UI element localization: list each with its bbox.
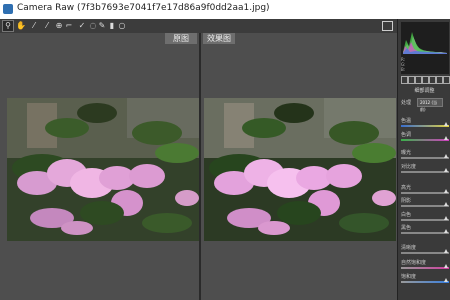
after-label[interactable]: 效果图 <box>203 33 235 44</box>
target-adjust-icon[interactable]: ⊕ <box>54 21 64 31</box>
row-whites: 白色 <box>401 212 412 218</box>
clarity-slider[interactable] <box>401 252 449 254</box>
tab-tone-curve-icon[interactable] <box>408 76 415 84</box>
row-highlights: 高光 <box>401 185 412 191</box>
tab-split-toning-icon[interactable] <box>429 76 436 84</box>
window-title: Camera Raw (7f3b7693e7041f7e17d86a9f0dd2… <box>17 3 270 13</box>
after-image <box>204 98 396 241</box>
row-shadows: 阴影 <box>401 198 412 204</box>
process-select[interactable]: 2012 (当前) <box>417 98 443 112</box>
contrast-thumb[interactable] <box>444 168 448 172</box>
row-clarity: 清晰度 <box>401 245 417 251</box>
histogram-b-readout: B: <box>401 67 406 72</box>
tab-basic-icon[interactable] <box>401 76 408 84</box>
shadows-thumb[interactable] <box>444 202 448 206</box>
clarity-thumb[interactable] <box>444 249 448 253</box>
hand-icon[interactable]: ✋ <box>16 21 26 31</box>
tab-effects-icon[interactable] <box>443 76 450 84</box>
title-bar: Camera Raw (7f3b7693e7041f7e17d86a9f0dd2… <box>0 0 450 20</box>
row-vibrance: 自然饱和度 <box>401 260 427 266</box>
before-label[interactable]: 原图 <box>165 33 197 44</box>
row-saturation: 饱和度 <box>401 274 417 280</box>
crop-icon[interactable]: ⌐ <box>64 21 74 31</box>
split-divider <box>199 33 201 300</box>
exposure-thumb[interactable] <box>444 154 448 158</box>
before-image <box>7 98 199 241</box>
spot-removal-icon[interactable]: ✓ <box>77 21 87 31</box>
blacks-thumb[interactable] <box>444 229 448 233</box>
process-label: 处理 <box>401 100 412 106</box>
panel-tabs <box>401 76 450 84</box>
camera-raw-app-icon <box>3 4 13 14</box>
blacks-slider[interactable] <box>401 232 449 234</box>
row-tint: 色调 <box>401 132 412 138</box>
tint-slider[interactable] <box>401 139 449 141</box>
adjustment-brush-icon[interactable]: ✎ <box>97 21 107 31</box>
highlights-slider[interactable] <box>401 192 449 194</box>
zoom-icon[interactable]: ⚲ <box>2 20 14 32</box>
white-balance-icon[interactable]: ⁄ <box>29 21 39 31</box>
row-temperature: 色温 <box>401 118 412 124</box>
tint-thumb[interactable] <box>444 136 448 140</box>
row-blacks: 黑色 <box>401 225 412 231</box>
exposure-slider[interactable] <box>401 157 449 159</box>
panel-section-title: 细部调整 <box>414 88 435 94</box>
saturation-slider[interactable] <box>401 281 449 283</box>
preview-area: 原图 效果图 <box>0 33 397 300</box>
graduated-filter-icon[interactable]: ▮ <box>107 21 117 31</box>
tab-hsl-icon[interactable] <box>422 76 429 84</box>
histogram <box>401 22 449 74</box>
radial-filter-icon[interactable]: ○ <box>117 21 127 31</box>
temperature-slider[interactable] <box>401 125 449 127</box>
vibrance-thumb[interactable] <box>444 264 448 268</box>
temperature-thumb[interactable] <box>444 122 448 126</box>
row-exposure: 曝光 <box>401 150 412 156</box>
saturation-thumb[interactable] <box>444 278 448 282</box>
adjustments-panel: R: G: B: 细部调整 处理 2012 (当前) 色温 色调 曝光 对比度 … <box>397 19 450 300</box>
row-contrast: 对比度 <box>401 164 417 170</box>
whites-thumb[interactable] <box>444 216 448 220</box>
tab-detail-icon[interactable] <box>415 76 422 84</box>
contrast-slider[interactable] <box>401 171 449 173</box>
whites-slider[interactable] <box>401 219 449 221</box>
fullscreen-toggle-icon[interactable] <box>382 21 393 31</box>
color-sampler-icon[interactable]: ⁄ <box>42 21 52 31</box>
tab-lens-icon[interactable] <box>436 76 443 84</box>
shadows-slider[interactable] <box>401 205 449 207</box>
tools-toolbar: ⚲ ✋ ⁄ ⁄ ⊕ ⌐ ✓ ◌ ✎ ▮ ○ <box>0 19 397 34</box>
vibrance-slider[interactable] <box>401 267 449 269</box>
highlights-thumb[interactable] <box>444 189 448 193</box>
